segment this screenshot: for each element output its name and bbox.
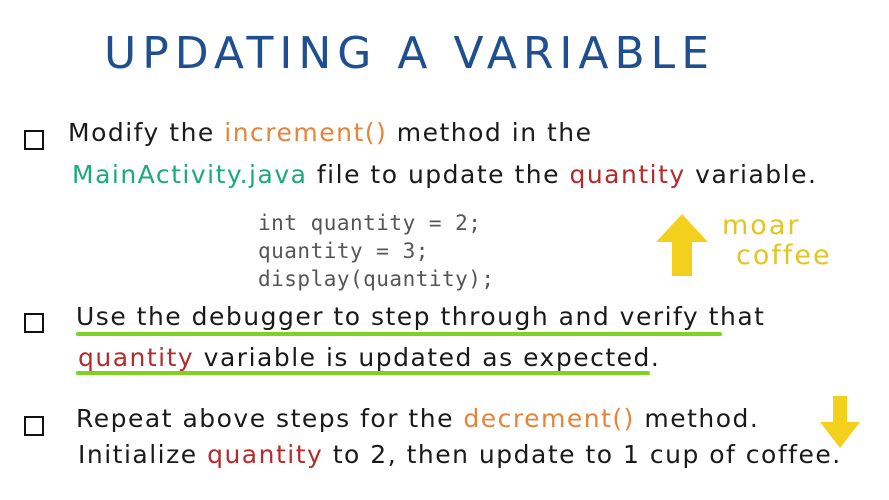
task-1-line-2: MainActivity.java file to update the qua…	[72, 160, 817, 189]
task-checkbox-3[interactable]	[24, 416, 44, 436]
task-3-text: Initialize	[78, 440, 208, 469]
task-3-line-1: Repeat above steps for the decrement() m…	[76, 404, 759, 433]
task-3-text: to 2, then update to 1 cup of coffee.	[323, 440, 842, 469]
up-arrow-icon	[656, 214, 708, 276]
down-arrow-icon	[820, 396, 860, 448]
task-2-text: variable is updated as expected.	[194, 343, 661, 372]
task-1-text: variable.	[685, 160, 818, 189]
task-2-text: that	[699, 302, 766, 331]
task-3-line-2: Initialize quantity to 2, then update to…	[78, 440, 842, 469]
task-2-line-1: Use the debugger to step through and ver…	[76, 302, 765, 331]
method-name: increment()	[224, 118, 388, 147]
task-1-text: file to update the	[307, 160, 570, 189]
page-title: UPDATING A VARIABLE	[104, 28, 715, 79]
task-3-text: Repeat above steps for the	[76, 404, 464, 433]
variable-name: quantity	[569, 160, 686, 189]
note-coffee: coffee	[736, 240, 832, 271]
task-1-text: Modify the	[68, 118, 225, 147]
task-checkbox-2[interactable]	[24, 313, 44, 333]
code-line-3: display(quantity);	[258, 267, 495, 291]
file-name: MainActivity.java	[72, 160, 308, 189]
highlight-underline-2	[76, 371, 650, 375]
task-2-text: Use the debugger to step through and ver…	[76, 302, 700, 331]
task-checkbox-1[interactable]	[24, 130, 44, 150]
note-moar: moar	[722, 210, 801, 241]
task-1-line-1: Modify the increment() method in the	[68, 118, 593, 147]
code-line-1: int quantity = 2;	[258, 211, 482, 235]
task-2-line-2: quantity variable is updated as expected…	[78, 343, 660, 372]
code-line-2: quantity = 3;	[258, 239, 429, 263]
task-3-text: method.	[634, 404, 760, 433]
highlight-underline-1	[76, 332, 722, 336]
method-name: decrement()	[463, 404, 635, 433]
task-1-text: method in the	[387, 118, 593, 147]
variable-name: quantity	[78, 343, 195, 372]
variable-name: quantity	[207, 440, 324, 469]
